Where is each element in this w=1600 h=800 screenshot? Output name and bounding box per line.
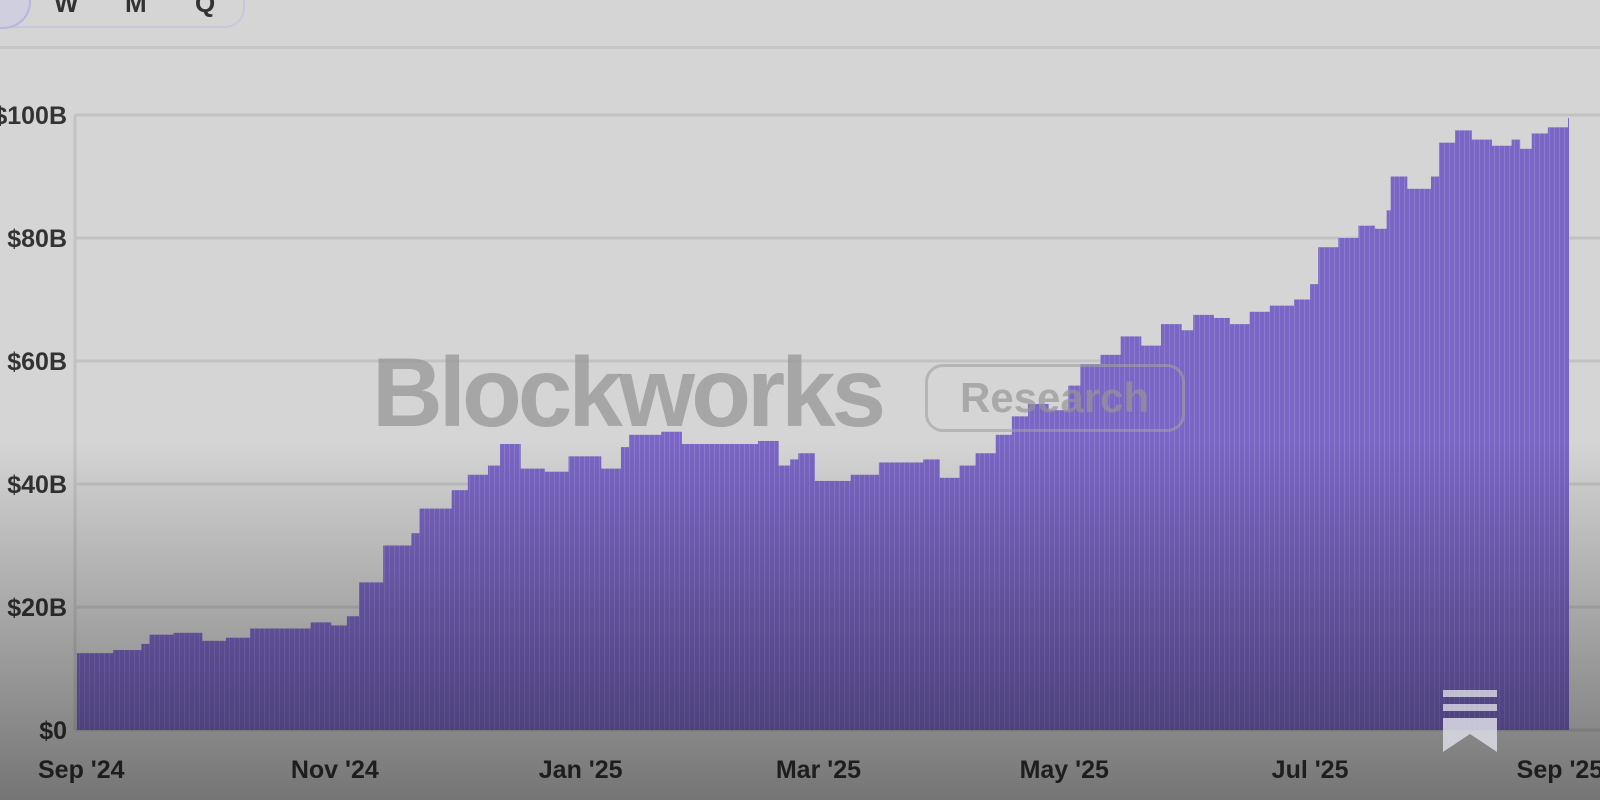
bar (359, 582, 384, 730)
bar (1310, 284, 1319, 730)
bookmark-icon[interactable] (1443, 690, 1497, 752)
bar (1374, 228, 1388, 730)
bar (500, 444, 521, 730)
bar (1027, 404, 1049, 730)
bar (419, 508, 453, 730)
bar (903, 462, 924, 730)
watermark-logo: Blockworks (372, 337, 886, 447)
bar (544, 471, 570, 730)
bar (1358, 225, 1376, 730)
bar (1338, 238, 1359, 730)
y-tick-label: $40B (7, 471, 67, 499)
bar (995, 434, 1013, 730)
bar (330, 625, 348, 730)
bar (1386, 210, 1392, 730)
bar (201, 640, 227, 730)
bar (310, 622, 332, 730)
bar (1068, 385, 1081, 730)
bar (141, 643, 150, 730)
x-tick-label: Jul '25 (1272, 756, 1349, 784)
bar (629, 434, 662, 730)
y-tick-label: $20B (7, 594, 67, 622)
bar (520, 468, 545, 730)
x-tick-label: Sep '24 (38, 756, 125, 784)
bar (709, 444, 743, 730)
x-tick-label: Mar '25 (776, 756, 861, 784)
bar (346, 616, 360, 730)
bar (467, 474, 489, 730)
bar (173, 632, 203, 730)
bar (1269, 305, 1295, 730)
bar (1568, 118, 1570, 730)
bar (1531, 133, 1549, 730)
bar (681, 444, 711, 730)
y-tick-label: $60B (7, 348, 67, 376)
bar (451, 490, 469, 730)
bar (278, 628, 312, 730)
bar (757, 440, 779, 730)
bar (1318, 247, 1339, 730)
y-tick-label: $100B (0, 102, 67, 130)
bar (939, 477, 960, 730)
bar (1213, 317, 1230, 730)
bar (1293, 299, 1311, 730)
bar (1430, 176, 1440, 730)
bar (959, 465, 977, 730)
bar (76, 653, 114, 730)
bar (1011, 416, 1029, 730)
bar (1439, 142, 1456, 731)
bar (1229, 324, 1251, 730)
bar (487, 465, 501, 730)
bar (850, 474, 880, 730)
bar (149, 634, 175, 730)
bar (1455, 130, 1472, 730)
y-tick-label: $0 (39, 717, 67, 745)
bar (661, 431, 682, 730)
bar (226, 637, 251, 730)
bar (383, 545, 412, 730)
bar (1511, 139, 1521, 731)
x-tick-label: May '25 (1020, 756, 1109, 784)
bar (878, 462, 904, 730)
bar (1519, 148, 1533, 730)
bar (778, 465, 791, 730)
bar (798, 453, 815, 730)
bar (814, 480, 852, 730)
bar (250, 628, 279, 730)
bar (790, 459, 799, 730)
bar (411, 533, 420, 730)
bar (568, 456, 602, 730)
bar (1193, 314, 1214, 730)
bar (620, 447, 630, 730)
bar (600, 468, 622, 730)
bar (113, 650, 142, 730)
y-tick-label: $80B (7, 225, 67, 253)
x-tick-label: Jan '25 (539, 756, 623, 784)
bar (1547, 127, 1569, 731)
bar (1406, 188, 1432, 731)
bar (741, 444, 759, 730)
watermark-research-badge: Research (925, 364, 1185, 432)
x-tick-label: Sep '25 (1517, 756, 1600, 784)
bar (1048, 410, 1069, 730)
x-tick-label: Nov '24 (291, 756, 379, 784)
bar (1390, 176, 1408, 730)
bar (975, 453, 997, 730)
bar (923, 459, 940, 730)
bar (1249, 311, 1271, 730)
bar (1471, 139, 1492, 731)
bar (1491, 145, 1513, 730)
